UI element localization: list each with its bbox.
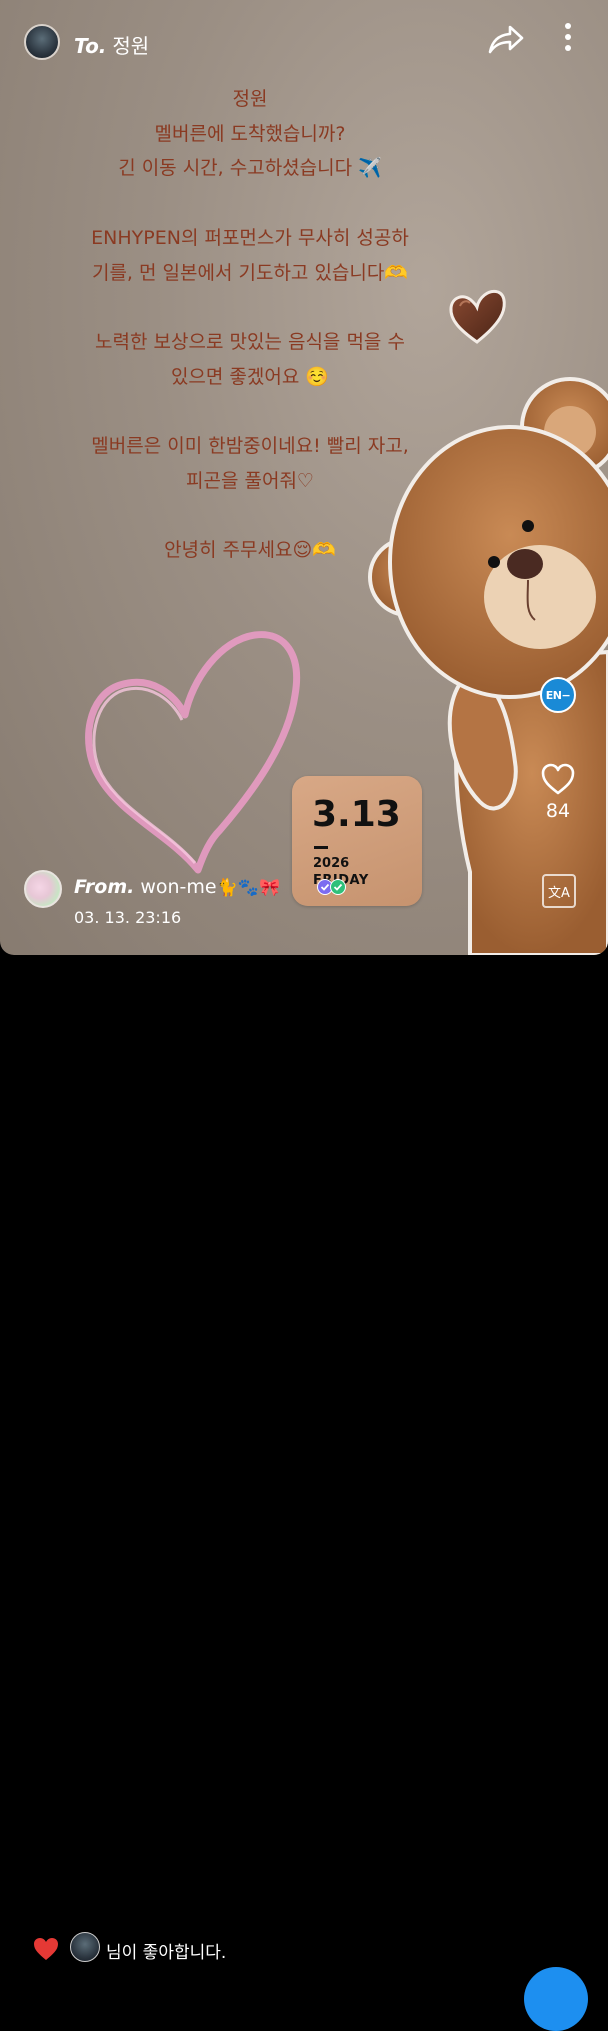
enhypen-community-badge[interactable]: EN− (540, 677, 576, 713)
recipient-avatar[interactable] (24, 24, 60, 60)
verified-badge-icon (317, 879, 346, 895)
date-divider (314, 846, 328, 849)
recipient-name: 정원 (112, 34, 150, 58)
post-timestamp: 03. 13. 23:16 (74, 908, 182, 927)
liker-avatar[interactable] (70, 1932, 100, 1962)
sender-avatar[interactable] (24, 870, 62, 908)
date-value: 3.13 (312, 794, 401, 835)
letter-card: To. 정원 정원 멜버른에 도착했습니까? 긴 이동 시간, 수고하셨습니다 ✈… (0, 0, 608, 955)
more-vertical-icon[interactable] (556, 20, 580, 54)
floating-action-button[interactable] (524, 1967, 588, 2031)
recipient-line[interactable]: To. 정원 (74, 30, 149, 59)
filled-heart-icon[interactable] (32, 1936, 60, 1962)
translate-icon[interactable]: 文A (542, 874, 576, 908)
liked-by-text: 님이 좋아합니다. (106, 1943, 227, 1963)
date-year: 2026 (313, 856, 350, 871)
sender-emojis: 🐈🐾🎀 (216, 878, 281, 898)
card-header: To. 정원 (0, 0, 608, 80)
date-sticker: 3.13 2026 FRIDAY (292, 776, 422, 906)
sender-line[interactable]: From. won-me🐈🐾🎀 (74, 876, 280, 898)
sender-name: won-me (140, 876, 217, 898)
to-prefix: To. (74, 34, 107, 58)
pink-drawn-heart (85, 631, 301, 874)
likes-bar: 님이 좋아합니다. (0, 955, 608, 2031)
from-prefix: From. (74, 876, 135, 898)
like-count: 84 (545, 800, 571, 822)
chocolate-heart-sticker (449, 289, 506, 344)
share-arrow-icon[interactable] (486, 22, 526, 56)
like-heart-icon[interactable] (540, 762, 576, 796)
